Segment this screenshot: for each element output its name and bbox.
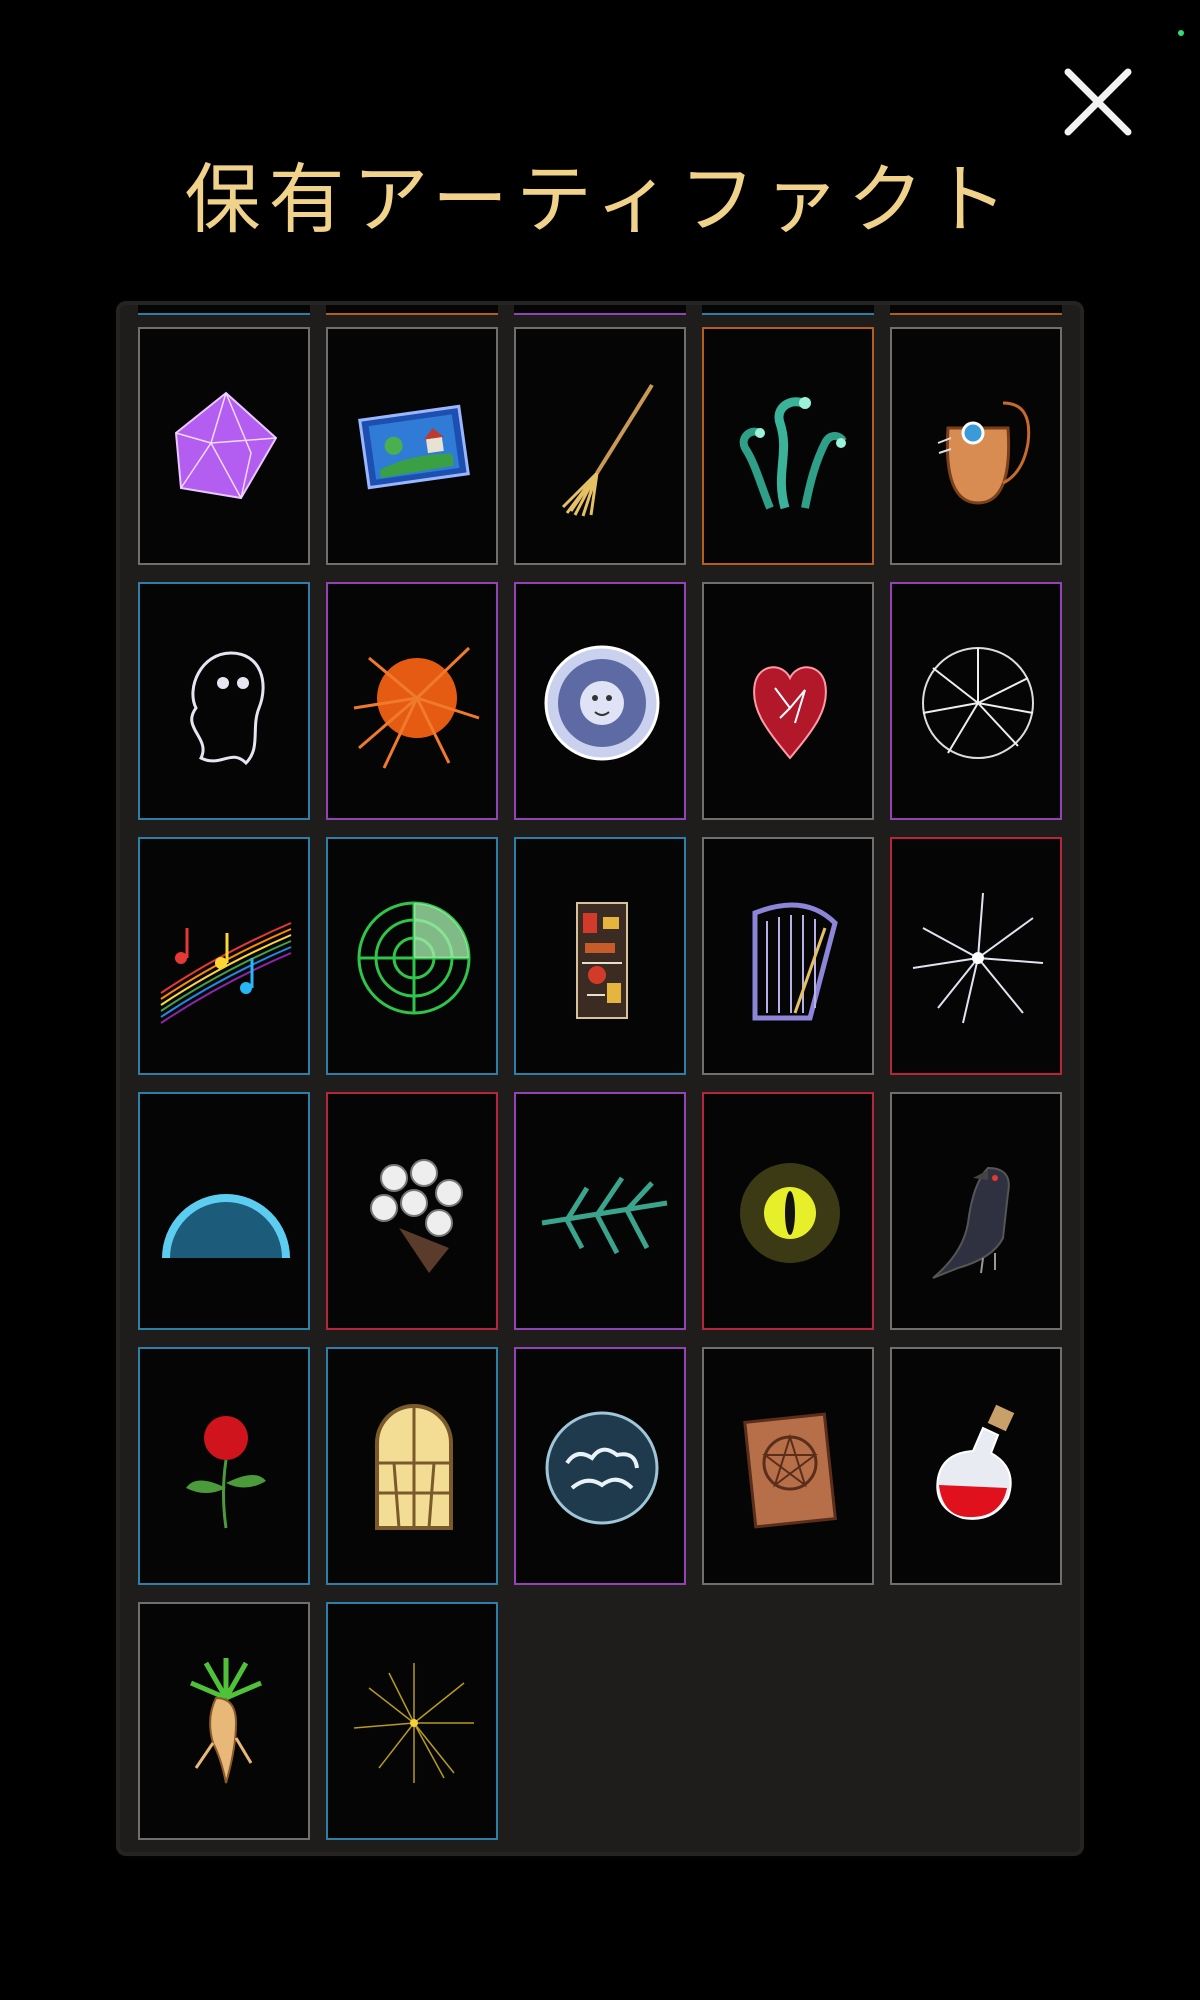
leather-pouch-icon xyxy=(937,401,1031,505)
blue-dome-icon xyxy=(162,1194,290,1259)
close-icon xyxy=(1064,68,1132,136)
artifact-card[interactable] xyxy=(514,327,686,565)
crow-icon xyxy=(932,1166,1010,1279)
broom-icon xyxy=(561,383,654,517)
artifact-card[interactable] xyxy=(890,1092,1062,1330)
purple-crystal-icon xyxy=(174,391,278,500)
orange-burst-icon xyxy=(353,646,480,769)
artifact-card[interactable] xyxy=(326,1347,498,1585)
artifact-card[interactable] xyxy=(702,1347,874,1585)
stained-glass-window-icon xyxy=(375,1404,453,1530)
cracked-glass-icon xyxy=(922,647,1034,759)
artifact-card[interactable] xyxy=(138,1602,310,1840)
artifact-card[interactable] xyxy=(890,582,1062,820)
artifact-card[interactable] xyxy=(138,837,310,1075)
cloud-orb-icon xyxy=(545,1411,659,1525)
scrolled-row-edge xyxy=(138,305,1062,315)
dragon-eye-icon xyxy=(740,1163,840,1263)
artifact-card[interactable] xyxy=(138,1347,310,1585)
artifact-card[interactable] xyxy=(326,1092,498,1330)
hydra-icon xyxy=(739,397,847,510)
ghost-icon xyxy=(190,651,265,766)
artifact-card[interactable] xyxy=(514,1347,686,1585)
shattered-glass-icon xyxy=(912,892,1044,1024)
sun-face-medallion-icon xyxy=(544,645,660,761)
pentagram-book-icon xyxy=(743,1412,837,1529)
painting-icon xyxy=(358,404,470,490)
artifact-card[interactable] xyxy=(514,582,686,820)
artifact-card[interactable] xyxy=(138,1092,310,1330)
artifact-card[interactable] xyxy=(326,1602,498,1840)
red-rose-icon xyxy=(186,1416,266,1529)
artifact-card[interactable] xyxy=(326,837,498,1075)
artifact-card[interactable] xyxy=(890,837,1062,1075)
artifact-card[interactable] xyxy=(514,837,686,1075)
artifact-card[interactable] xyxy=(702,327,874,565)
artifact-card[interactable] xyxy=(326,582,498,820)
artifact-card[interactable] xyxy=(702,582,874,820)
artifact-panel[interactable] xyxy=(120,305,1080,1852)
harp-icon xyxy=(752,902,838,1021)
crystal-heart-icon xyxy=(753,666,827,760)
artifact-card[interactable] xyxy=(326,327,498,565)
page-title: 保有アーティファクト xyxy=(184,155,1016,244)
circuit-board-icon xyxy=(576,902,628,1019)
artifact-card[interactable] xyxy=(890,327,1062,565)
artifact-card[interactable] xyxy=(702,837,874,1075)
mandrake-root-icon xyxy=(190,1658,262,1784)
rose-bouquet-icon xyxy=(370,1159,463,1273)
red-potion-icon xyxy=(936,1404,1015,1520)
artifact-card[interactable] xyxy=(702,1092,874,1330)
close-button[interactable] xyxy=(1062,66,1134,138)
status-indicator xyxy=(1178,30,1184,36)
artifact-card[interactable] xyxy=(138,327,310,565)
pine-branch-icon xyxy=(541,1176,668,1255)
artifact-card[interactable] xyxy=(138,582,310,820)
golden-sparkle-icon xyxy=(353,1663,474,1783)
music-notes-icon xyxy=(160,922,292,1024)
radar-icon xyxy=(357,901,471,1015)
artifact-card[interactable] xyxy=(514,1092,686,1330)
artifact-card[interactable] xyxy=(890,1347,1062,1585)
